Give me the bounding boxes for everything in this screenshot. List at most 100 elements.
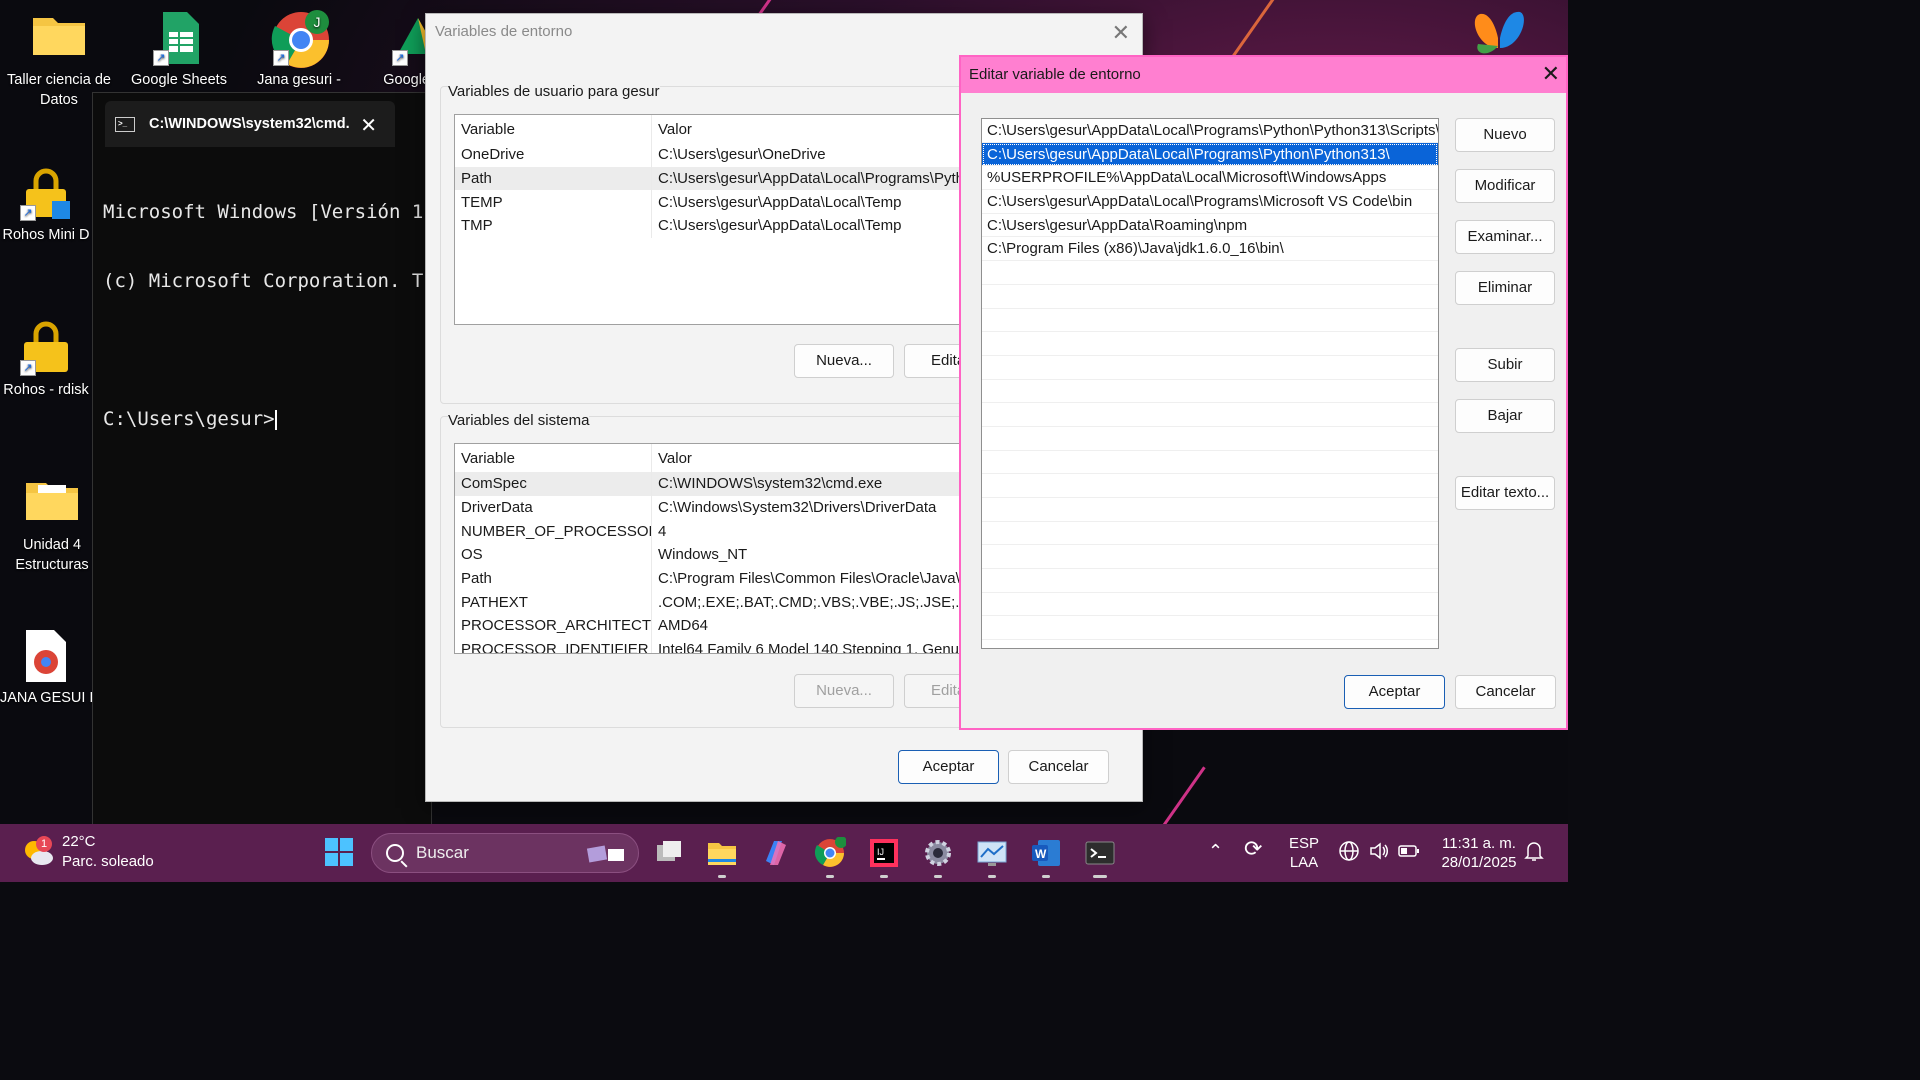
weather-partly-sunny-icon: 1 (22, 836, 53, 865)
list-item-empty[interactable] (982, 593, 1438, 617)
list-item-empty[interactable] (982, 309, 1438, 333)
accept-button[interactable]: Aceptar (898, 750, 999, 784)
weather-widget[interactable]: 1 22°C Parc. soleado (22, 832, 154, 872)
terminal-output[interactable]: Microsoft Windows [Versión 1 (c) Microso… (103, 155, 423, 477)
desktop-icon-jana-doc[interactable]: JANA GESUI ESCUDERO O (0, 628, 92, 708)
battery-icon[interactable] (1398, 842, 1420, 865)
list-item-empty[interactable] (982, 332, 1438, 356)
terminal-tab-title: C:\WINDOWS\system32\cmd. (149, 116, 350, 132)
path-entries-list[interactable]: C:\Users\gesur\AppData\Local\Programs\Py… (981, 118, 1439, 649)
notification-badge: 1 (36, 836, 52, 852)
list-item-empty[interactable] (982, 522, 1438, 546)
edit-variable-dialog[interactable]: Editar variable de entorno ✕ C:\Users\ge… (959, 55, 1568, 730)
list-item-empty[interactable] (982, 616, 1438, 641)
clock-date: 28/01/2025 (1441, 854, 1517, 871)
move-down-button[interactable]: Bajar (1455, 399, 1555, 433)
google-drive-icon: ↗ (390, 10, 430, 66)
desktop-icon-label: Jana gesuri - (257, 72, 341, 88)
desktop-icon-jana-chrome[interactable]: J ↗ Jana gesuri - (240, 10, 358, 90)
word-icon[interactable]: W (1030, 837, 1062, 878)
show-hidden-icons-chevron-icon[interactable]: ⌃ (1208, 842, 1223, 861)
search-icon (386, 844, 404, 862)
list-item[interactable]: C:\Program Files (x86)\Java\jdk1.6.0_16\… (982, 237, 1438, 262)
clock[interactable]: 11:31 a. m. 28/01/2025 (1432, 834, 1526, 872)
desktop-icon-unidad4[interactable]: Unidad 4 Estructuras (0, 475, 104, 575)
close-icon[interactable]: ✕ (360, 113, 377, 138)
language-indicator[interactable]: ESP LAA (1286, 834, 1322, 872)
list-item[interactable]: %USERPROFILE%\AppData\Local\Microsoft\Wi… (982, 166, 1438, 191)
file-explorer-icon[interactable] (706, 837, 738, 878)
new-user-variable-button[interactable]: Nueva... (794, 344, 894, 378)
list-item-empty[interactable] (982, 498, 1438, 522)
rohos-disk-icon: ↗ (18, 320, 74, 376)
weather-temperature: 22°C (62, 833, 96, 850)
dialog-title-bar[interactable]: Editar variable de entorno ✕ (961, 57, 1566, 93)
svg-text:W: W (1035, 847, 1047, 861)
edit-text-button[interactable]: Editar texto... (1455, 476, 1555, 510)
accept-button[interactable]: Aceptar (1344, 675, 1445, 709)
terminal-tab[interactable]: >_ C:\WINDOWS\system32\cmd. ✕ (105, 101, 395, 147)
new-system-variable-button[interactable]: Nueva... (794, 674, 894, 708)
list-item-empty[interactable] (982, 474, 1438, 498)
browse-path-button[interactable]: Examinar... (1455, 220, 1555, 254)
list-item-empty[interactable] (982, 380, 1438, 404)
taskbar-search-box[interactable]: Buscar (371, 833, 639, 873)
list-item[interactable]: C:\Users\gesur\AppData\Roaming\npm (982, 214, 1438, 238)
move-up-button[interactable]: Subir (1455, 348, 1555, 382)
list-item[interactable]: C:\Users\gesur\AppData\Local\Programs\Py… (982, 142, 1438, 167)
desktop-icon-google[interactable]: ↗ Google (360, 10, 430, 90)
svg-text:J: J (314, 14, 321, 30)
sync-icon[interactable]: ⟳ (1244, 838, 1262, 860)
intellij-icon[interactable]: IJ (868, 837, 900, 878)
rohos-lock-icon: ↗ (18, 165, 74, 221)
terminal-window[interactable]: >_ C:\WINDOWS\system32\cmd. ✕ Microsoft … (92, 92, 432, 827)
delete-path-button[interactable]: Eliminar (1455, 271, 1555, 305)
variable-name: PROCESSOR_ARCHITECTURE (455, 614, 652, 638)
list-item-empty[interactable] (982, 451, 1438, 475)
column-header-variable[interactable]: Variable (455, 115, 652, 143)
copilot-icon[interactable] (760, 837, 792, 869)
column-header-variable[interactable]: Variable (455, 444, 652, 472)
desktop-icon-rohos-rdisk[interactable]: ↗ Rohos - rdisk (0, 320, 92, 400)
list-item[interactable]: C:\Users\gesur\AppData\Local\Programs\Py… (982, 119, 1438, 143)
variable-name: PATHEXT (455, 590, 652, 615)
close-icon[interactable]: ✕ (1542, 61, 1560, 87)
volume-icon[interactable] (1368, 840, 1390, 867)
cancel-button[interactable]: Cancelar (1008, 750, 1109, 784)
new-path-button[interactable]: Nuevo (1455, 118, 1555, 152)
folder-pdf-icon (24, 475, 80, 531)
list-item-empty[interactable] (982, 569, 1438, 593)
desktop-icon-google-sheets[interactable]: ↗ Google Sheets (120, 10, 238, 90)
terminal-icon[interactable] (1084, 837, 1116, 878)
search-highlight-icon (586, 843, 628, 865)
windows-start-icon[interactable] (324, 837, 356, 869)
list-item-empty[interactable] (982, 285, 1438, 309)
list-item-empty[interactable] (982, 261, 1438, 285)
search-placeholder: Buscar (416, 843, 469, 862)
modify-path-button[interactable]: Modificar (1455, 169, 1555, 203)
variable-name: Path (455, 166, 652, 191)
variable-name: Path (455, 566, 652, 591)
weather-description: Parc. soleado (62, 853, 154, 870)
list-item-empty[interactable] (982, 356, 1438, 380)
chrome-icon[interactable] (814, 836, 847, 878)
close-icon[interactable]: ✕ (1112, 20, 1130, 46)
variable-name: TEMP (455, 190, 652, 215)
user-variables-label: Variables de usuario para gesur (448, 83, 660, 100)
list-item-empty[interactable] (982, 545, 1438, 570)
notifications-bell-icon[interactable] (1524, 840, 1544, 867)
settings-gear-icon[interactable] (922, 837, 954, 878)
list-item-empty[interactable] (982, 403, 1438, 427)
dialog-title: Variables de entorno (435, 23, 573, 40)
cancel-button[interactable]: Cancelar (1455, 675, 1556, 709)
desktop-icon-rohos-mini[interactable]: ↗ Rohos Mini D (0, 165, 92, 245)
cmd-icon: >_ (115, 116, 135, 132)
task-view-icon[interactable] (653, 837, 685, 869)
list-item[interactable]: C:\Users\gesur\AppData\Local\Programs\Mi… (982, 190, 1438, 214)
network-globe-icon[interactable] (1338, 840, 1360, 867)
taskbar: 1 22°C Parc. soleado Buscar IJ W ⌃ ⟳ ESP… (0, 824, 1568, 882)
desktop-icon-label: Rohos - rdisk (3, 382, 89, 398)
list-item-empty[interactable] (982, 427, 1438, 451)
text-cursor (274, 409, 277, 430)
system-properties-icon[interactable] (976, 837, 1008, 878)
